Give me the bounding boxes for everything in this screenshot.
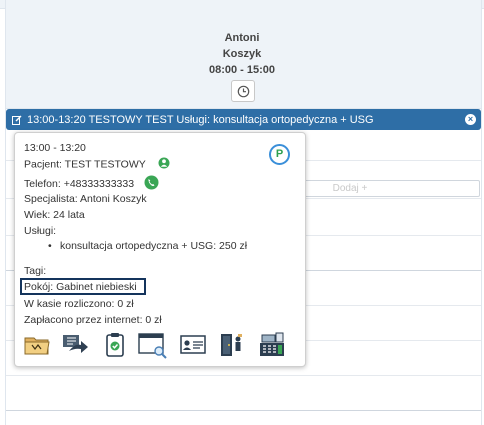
status-badge: P bbox=[269, 144, 290, 165]
specialist-info: Specjalista: Antoni Koszyk bbox=[24, 193, 147, 205]
services-label: Usługi: bbox=[24, 225, 57, 237]
time-slot-line bbox=[6, 375, 481, 376]
patient-phone: Telefon: +48333333333 bbox=[24, 177, 135, 190]
edit-icon[interactable] bbox=[12, 115, 22, 125]
phone-row: Telefon: +48333333333 bbox=[24, 175, 159, 193]
room-highlight: Pokój: Gabinet niebieski bbox=[20, 278, 146, 295]
folder-icon[interactable] bbox=[23, 331, 51, 359]
patient-profile-icon[interactable] bbox=[158, 157, 170, 172]
id-card-icon[interactable] bbox=[179, 331, 207, 359]
online-paid: Zapłacono przez internet: 0 zł bbox=[24, 314, 162, 326]
time-slot-line bbox=[6, 410, 481, 411]
action-icon-bar bbox=[23, 331, 299, 359]
appointment-time: 13:00 - 13:20 bbox=[24, 142, 86, 154]
appointment-label: 13:00-13:20 TESTOWY TEST Usługi: konsult… bbox=[27, 113, 374, 126]
room-info: Pokój: Gabinet niebieski bbox=[24, 281, 137, 293]
cash-register-icon[interactable] bbox=[257, 331, 285, 359]
door-person-icon[interactable] bbox=[217, 331, 245, 359]
browser-search-icon[interactable] bbox=[137, 331, 167, 359]
appointment-event[interactable]: 13:00-13:20 TESTOWY TEST Usługi: konsult… bbox=[6, 109, 481, 130]
close-icon[interactable]: × bbox=[465, 114, 476, 125]
patient-name: Pacjent: TEST TESTOWY bbox=[24, 158, 146, 171]
working-hours: 08:00 - 15:00 bbox=[208, 64, 276, 76]
clock-button[interactable] bbox=[231, 80, 255, 102]
specialist-last-name: Koszyk bbox=[222, 48, 262, 60]
cash-settled: W kasie rozliczono: 0 zł bbox=[24, 298, 134, 310]
phone-call-icon[interactable] bbox=[144, 175, 159, 193]
forward-arrow-icon[interactable] bbox=[61, 331, 89, 359]
clock-icon bbox=[237, 85, 250, 98]
tags-label: Tagi: bbox=[24, 265, 47, 277]
patient-row: Pacjent: TEST TESTOWY bbox=[24, 157, 170, 172]
patient-age: Wiek: 24 lata bbox=[24, 209, 85, 221]
service-item: konsultacja ortopedyczna + USG: 250 zł bbox=[48, 240, 247, 252]
appointment-details-popup: P 13:00 - 13:20 Pacjent: TEST TESTOWY Te… bbox=[14, 132, 306, 367]
clipboard-check-icon[interactable] bbox=[101, 331, 129, 359]
specialist-first-name: Antoni bbox=[224, 32, 260, 44]
